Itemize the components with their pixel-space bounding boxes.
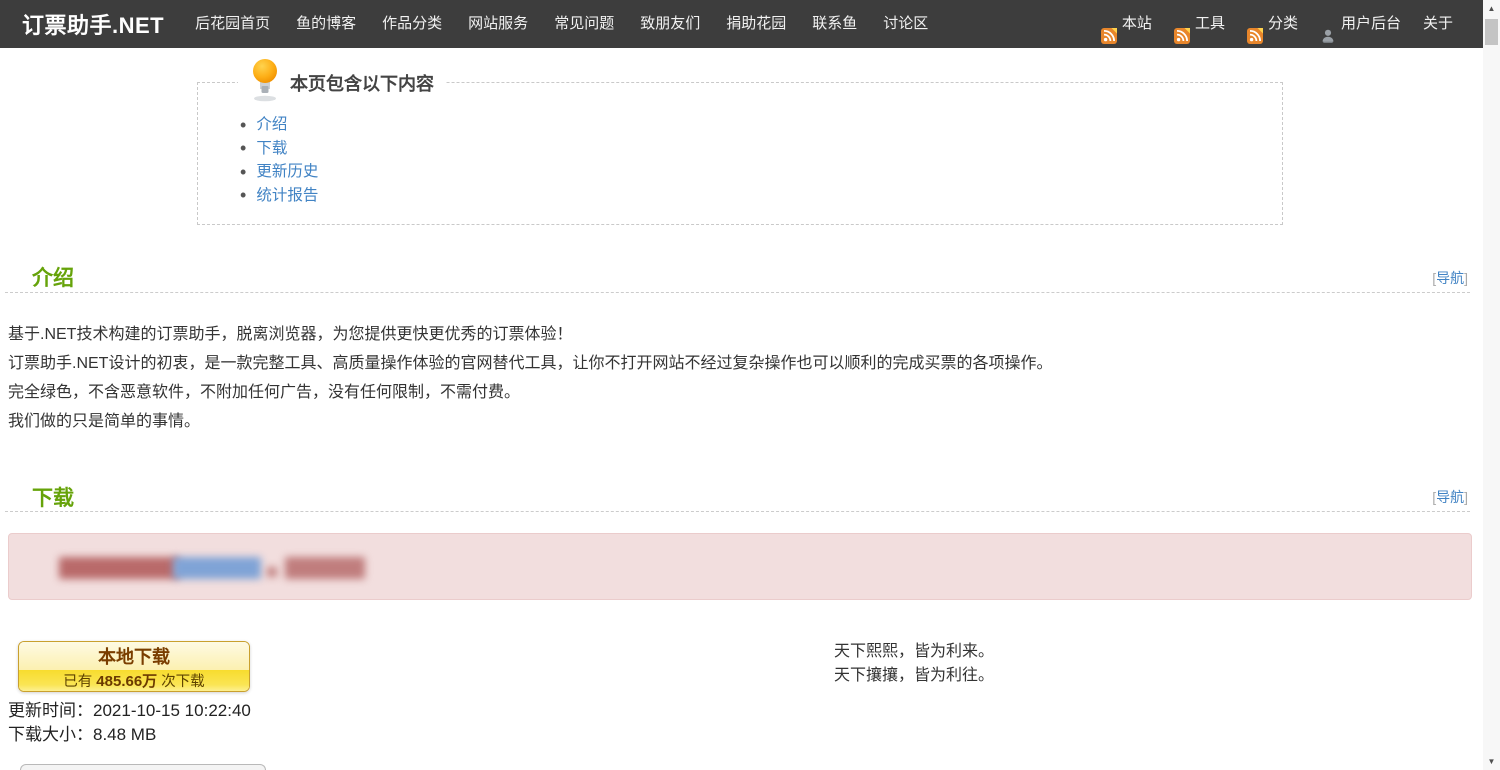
download-count: 485.66万 (96, 670, 157, 691)
toc-link-history[interactable]: 更新历史 (256, 160, 318, 184)
page-contents-title: 本页包含以下内容 (290, 70, 434, 96)
download-count-line: 已有 485.66万 次下载 (19, 670, 249, 691)
paragraph: 基于.NET技术构建的订票助手，脱离浏览器，为您提供更快更优秀的订票体验！ (8, 320, 1438, 349)
section-divider (5, 511, 1470, 512)
rss-category-link[interactable]: 分类 (1236, 0, 1309, 48)
list-item: • 统计报告 (240, 184, 1282, 208)
quote-line: 天下熙熙，皆为利来。 (834, 640, 994, 664)
list-item: • 更新历史 (240, 160, 1282, 184)
back-to-nav-link[interactable]: 导航 (1436, 270, 1464, 286)
user-icon (1320, 16, 1336, 32)
download-button-label: 本地下载 (19, 642, 249, 670)
scrollbar-thumb[interactable] (1485, 19, 1498, 45)
list-item: • 介绍 (240, 113, 1282, 137)
vertical-scrollbar[interactable]: ▲ ▼ (1483, 0, 1500, 770)
nav-item-works[interactable]: 作品分类 (369, 0, 455, 48)
nav-item-blog[interactable]: 鱼的博客 (283, 0, 369, 48)
update-time-value: 2021-10-15 10:22:40 (93, 701, 251, 720)
nav-menu: 后花园首页 鱼的博客 作品分类 网站服务 常见问题 致朋友们 捐助花园 联系鱼 … (182, 0, 941, 48)
bracket: ] (1464, 489, 1468, 505)
section-divider (5, 292, 1470, 293)
secondary-download-button-partial[interactable] (20, 764, 266, 770)
download-count-prefix: 已有 (63, 670, 92, 691)
nav-item-services[interactable]: 网站服务 (455, 0, 541, 48)
site-brand[interactable]: 订票助手.NET (22, 8, 164, 40)
intro-paragraphs: 基于.NET技术构建的订票助手，脱离浏览器，为您提供更快更优秀的订票体验！ 订票… (8, 320, 1438, 436)
nav-item-forum[interactable]: 讨论区 (870, 0, 941, 48)
redacted-blob (267, 567, 277, 577)
rss-icon (1247, 16, 1263, 32)
page-contents-list: • 介绍 • 下载 • 更新历史 • 统计报告 (240, 113, 1282, 207)
nav-item-friends[interactable]: 致朋友们 (627, 0, 713, 48)
lightbulb-icon (250, 58, 280, 102)
about-link[interactable]: 关于 (1412, 0, 1464, 48)
section-title-intro: 介绍 (32, 262, 74, 292)
rss-icon (1174, 16, 1190, 32)
nav-right-group: 本站 工具 分类 用户后台 关于 (1090, 0, 1464, 48)
rss-tools-label: 工具 (1195, 0, 1225, 48)
top-navbar: 订票助手.NET 后花园首页 鱼的博客 作品分类 网站服务 常见问题 致朋友们 … (0, 0, 1500, 48)
rss-tools-link[interactable]: 工具 (1163, 0, 1236, 48)
nav-item-faq[interactable]: 常见问题 (541, 0, 627, 48)
rss-category-label: 分类 (1268, 0, 1298, 48)
nav-item-home[interactable]: 后花园首页 (182, 0, 283, 48)
page-contents-header: 本页包含以下内容 (238, 59, 446, 107)
paragraph: 完全绿色，不含恶意软件，不附加任何广告，没有任何限制，不需付费。 (8, 378, 1438, 407)
file-size-label: 下载大小： (8, 725, 93, 744)
download-info: 更新时间：2021-10-15 10:22:40 下载大小：8.48 MB (8, 699, 251, 747)
user-backend-label: 用户后台 (1341, 0, 1401, 48)
bullet: • (240, 163, 246, 181)
scroll-down-arrow[interactable]: ▼ (1483, 753, 1500, 770)
section-title-download: 下载 (32, 482, 74, 512)
toc-link-intro[interactable]: 介绍 (256, 113, 287, 137)
download-notice-box (8, 533, 1472, 600)
file-size-value: 8.48 MB (93, 725, 156, 744)
toc-link-download[interactable]: 下载 (256, 137, 287, 161)
bullet: • (240, 186, 246, 204)
user-backend-link[interactable]: 用户后台 (1309, 0, 1412, 48)
intro-nav-anchor: [导航] (1432, 268, 1468, 288)
toc-link-stats[interactable]: 统计报告 (256, 184, 318, 208)
redacted-text (59, 555, 365, 581)
page-contents-box: 本页包含以下内容 • 介绍 • 下载 • 更新历史 • 统计报告 (197, 82, 1283, 225)
update-time-line: 更新时间：2021-10-15 10:22:40 (8, 699, 251, 723)
bullet: • (240, 139, 246, 157)
rss-site-label: 本站 (1122, 0, 1152, 48)
nav-item-contact[interactable]: 联系鱼 (799, 0, 870, 48)
quote-line: 天下攘攘，皆为利往。 (834, 664, 994, 688)
update-time-label: 更新时间： (8, 701, 93, 720)
local-download-button[interactable]: 本地下载 已有 485.66万 次下载 (18, 641, 250, 692)
scroll-up-arrow[interactable]: ▲ (1483, 0, 1500, 17)
redacted-blob (59, 557, 179, 579)
paragraph: 我们做的只是简单的事情。 (8, 407, 1438, 436)
bracket: ] (1464, 270, 1468, 286)
rss-icon (1101, 16, 1117, 32)
nav-item-donate[interactable]: 捐助花园 (713, 0, 799, 48)
redacted-blob (285, 557, 365, 579)
file-size-line: 下载大小：8.48 MB (8, 723, 251, 747)
redacted-blob (173, 557, 261, 579)
paragraph: 订票助手.NET设计的初衷，是一款完整工具、高质量操作体验的官网替代工具，让你不… (8, 349, 1438, 378)
download-count-suffix: 次下载 (161, 670, 205, 691)
download-nav-anchor: [导航] (1432, 487, 1468, 507)
rss-site-link[interactable]: 本站 (1090, 0, 1163, 48)
bullet: • (240, 116, 246, 134)
back-to-nav-link[interactable]: 导航 (1436, 489, 1464, 505)
quote-block: 天下熙熙，皆为利来。 天下攘攘，皆为利往。 (834, 640, 994, 688)
list-item: • 下载 (240, 137, 1282, 161)
